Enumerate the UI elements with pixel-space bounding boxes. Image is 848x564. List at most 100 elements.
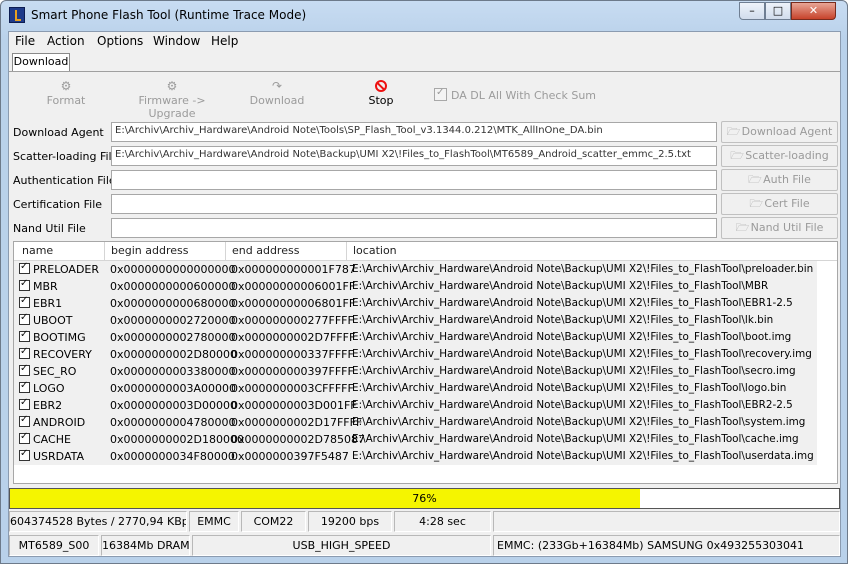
cert-file-row: Certification File 🗁Cert File [11,193,838,215]
table-row[interactable]: EBR1 0x00000000006800000x00000000006801FF… [14,295,817,312]
table-row[interactable]: ANDROID 0x00000000047800000x0000000002D17… [14,414,817,431]
table-row[interactable]: CACHE 0x0000000002D1800000x0000000002D785… [14,431,817,448]
column-header-end-address[interactable]: end address [232,244,299,257]
end-address: 0x0000000002D785087 [231,433,365,446]
table-row[interactable]: RECOVERY 0x0000000002D800000x000000000337… [14,346,817,363]
column-header-name[interactable]: name [22,244,53,257]
row-checkbox[interactable] [19,312,30,325]
partition-name: EBR2 [33,399,63,412]
elapsed-time: 4:28 sec [394,511,491,532]
window-title: Smart Phone Flash Tool (Runtime Trace Mo… [31,8,307,22]
file-location: E:\Archiv\Archiv_Hardware\Android Note\B… [352,416,806,428]
table-row[interactable]: USRDATA 0x0000000034F800000x0000000397F54… [14,448,817,465]
status-bar-device: MT6589_S00 16384Mb DRAM USB_HIGH_SPEED E… [9,535,840,556]
close-button[interactable]: ✕ [791,2,836,20]
download-button[interactable]: ↷ Download [247,74,307,107]
download-agent-button-label: Download Agent [741,125,833,138]
client-area: File Action Options Window Help Download… [8,31,841,557]
maximize-button[interactable]: □ [765,2,791,20]
column-header-begin-address[interactable]: begin address [111,244,188,257]
table-row[interactable]: SEC_RO 0x00000000033800000x000000000397FF… [14,363,817,380]
end-address: 0x000000000001F787 [231,263,356,276]
end-address: 0x0000000397F5487 [231,450,349,463]
begin-address: 0x0000000004780000 [110,416,236,429]
nand-util-file-row: Nand Util File 🗁Nand Util File [11,217,838,239]
cert-file-label: Certification File [13,198,103,211]
stop-icon [375,80,387,92]
begin-address: 0x0000000002720000 [110,314,236,327]
table-row[interactable]: EBR2 0x0000000003D000000x0000000003D001FF… [14,397,817,414]
column-divider[interactable] [346,242,347,260]
tab-download[interactable]: Download [12,53,70,71]
row-checkbox[interactable] [19,448,30,461]
status-bar-transfer: 604374528 Bytes / 2770,94 KBps EMMC COM2… [9,511,840,532]
firmware-upgrade-label: Firmware -> Upgrade [138,94,206,120]
minimize-button[interactable]: – [739,2,765,20]
auth-file-button[interactable]: 🗁Auth File [721,169,838,191]
begin-address: 0x0000000003D00000 [110,399,237,412]
column-header-location[interactable]: location [353,244,397,257]
table-row[interactable]: LOGO 0x0000000003A000000x0000000003CFFFFF… [14,380,817,397]
format-button[interactable]: ⚙ Format [41,74,91,107]
folder-icon: 🗁 [735,221,750,234]
menu-action[interactable]: Action [47,34,85,48]
row-checkbox[interactable] [19,346,30,359]
folder-icon: 🗁 [748,173,762,186]
file-location: E:\Archiv\Archiv_Hardware\Android Note\B… [352,348,812,360]
row-checkbox[interactable] [19,363,30,376]
nand-util-file-field[interactable] [111,218,717,238]
com-port: COM22 [241,511,306,532]
app-icon [9,7,25,23]
column-divider[interactable] [104,242,105,260]
table-row[interactable]: BOOTIMG 0x00000000027800000x0000000002D7F… [14,329,817,346]
row-checkbox[interactable] [19,261,30,274]
table-row[interactable]: UBOOT 0x00000000027200000x000000000277FFF… [14,312,817,329]
file-location: E:\Archiv\Archiv_Hardware\Android Note\B… [352,297,793,309]
row-checkbox[interactable] [19,380,30,393]
scatter-file-row: Scatter-loading File E:\Archiv\Archiv_Ha… [11,145,838,167]
emmc-info: EMMC: (233Gb+16384Mb) SAMSUNG 0x49325530… [493,535,840,556]
file-location: E:\Archiv\Archiv_Hardware\Android Note\B… [352,331,792,343]
row-checkbox[interactable] [19,397,30,410]
row-checkbox[interactable] [19,431,30,444]
file-location: E:\Archiv\Archiv_Hardware\Android Note\B… [352,365,796,377]
table-row[interactable]: PRELOADER 0x00000000000000000x00000000000… [14,261,817,278]
row-checkbox[interactable] [19,329,30,342]
partition-table: name begin address end address location … [13,241,838,484]
row-checkbox[interactable] [19,295,30,308]
chip-name: MT6589_S00 [9,535,99,556]
menu-window[interactable]: Window [153,34,200,48]
scatter-file-button[interactable]: 🗁Scatter-loading [721,145,838,167]
folder-icon: 🗁 [730,149,744,162]
download-agent-button[interactable]: 🗁Download Agent [721,121,838,143]
file-location: E:\Archiv\Archiv_Hardware\Android Note\B… [352,450,814,462]
file-location: E:\Archiv\Archiv_Hardware\Android Note\B… [352,314,774,326]
title-bar[interactable]: Smart Phone Flash Tool (Runtime Trace Mo… [1,1,847,31]
end-address: 0x000000000277FFFF [231,314,354,327]
row-checkbox[interactable] [19,414,30,427]
nand-util-file-button-label: Nand Util File [750,221,824,234]
da-checksum-checkbox[interactable]: DA DL All With Check Sum [434,87,596,102]
nand-util-file-label: Nand Util File [13,222,86,235]
firmware-upgrade-icon: ⚙ [166,79,178,93]
cert-file-field[interactable] [111,194,717,214]
row-checkbox[interactable] [19,278,30,291]
menu-file[interactable]: File [15,34,35,48]
scatter-file-field[interactable]: E:\Archiv\Archiv_Hardware\Android Note\B… [111,146,717,166]
download-icon: ↷ [271,79,283,93]
menu-options[interactable]: Options [97,34,143,48]
menu-help[interactable]: Help [211,34,238,48]
nand-util-file-button[interactable]: 🗁Nand Util File [721,217,838,239]
format-label: Format [46,94,86,107]
file-location: E:\Archiv\Archiv_Hardware\Android Note\B… [352,433,799,445]
firmware-upgrade-button[interactable]: ⚙ Firmware -> Upgrade [117,74,227,120]
begin-address: 0x0000000000000000 [110,263,236,276]
download-agent-field[interactable]: E:\Archiv\Archiv_Hardware\Android Note\T… [111,122,717,142]
cert-file-button-label: Cert File [764,197,810,210]
table-row[interactable]: MBR 0x00000000006000000x00000000006001FFE… [14,278,817,295]
cert-file-button[interactable]: 🗁Cert File [721,193,838,215]
auth-file-field[interactable] [111,170,717,190]
column-divider[interactable] [225,242,226,260]
status-empty [493,511,840,532]
stop-button[interactable]: Stop [361,74,401,107]
